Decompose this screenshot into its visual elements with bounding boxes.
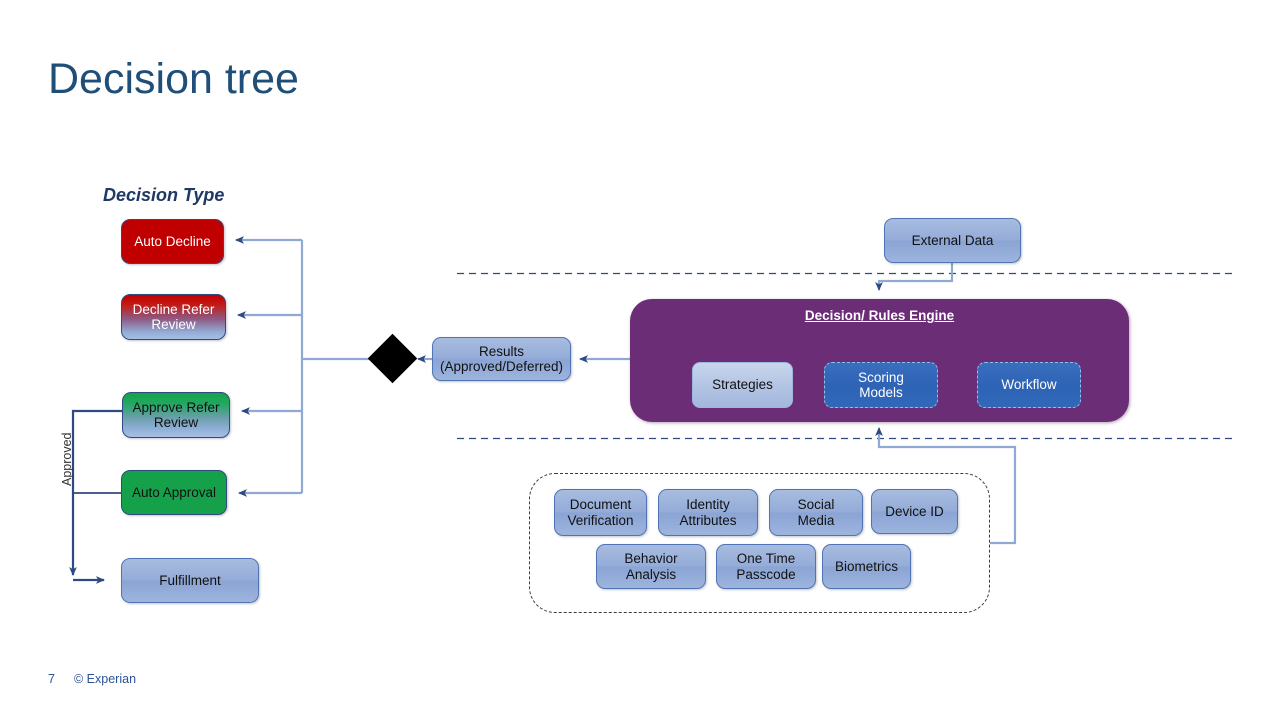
node-label: One Time Passcode — [736, 551, 796, 582]
node-label: Auto Approval — [131, 484, 217, 500]
approved-flow-label: Approved — [60, 432, 74, 486]
engine-component-scoring-models[interactable]: Scoring Models — [824, 362, 938, 408]
node-label: Approve Refer Review — [132, 399, 220, 431]
decision-type-label: Decision Type — [103, 185, 225, 205]
node-label: Decline Refer Review — [132, 301, 215, 333]
node-label: Results (Approved/Deferred) — [439, 343, 564, 375]
slide-canvas: Decision tree Decision Type Decision/ Ru… — [0, 0, 1280, 720]
node-external-data[interactable]: External Data — [884, 218, 1021, 263]
node-label: Auto Decline — [134, 233, 211, 249]
node-label: Device ID — [885, 503, 944, 519]
page-number: 7 — [48, 672, 55, 686]
engine-component-workflow[interactable]: Workflow — [977, 362, 1081, 408]
node-label: Workflow — [1001, 377, 1057, 393]
decision-outcome-approve-refer-review[interactable]: Approve Refer Review — [122, 392, 230, 438]
node-results-approved-deferred[interactable]: Results (Approved/Deferred) — [432, 337, 571, 381]
data-source-identity-attributes[interactable]: Identity Attributes — [658, 489, 758, 536]
wire-approve-refer-to-rail — [69, 409, 122, 576]
data-source-social-media[interactable]: Social Media — [769, 489, 863, 536]
decision-outcome-decline-refer-review[interactable]: Decline Refer Review — [121, 294, 226, 340]
copyright-notice: © Experian — [74, 672, 137, 686]
node-label: Strategies — [712, 377, 773, 393]
engine-title: Decision/ Rules Engine — [804, 308, 955, 323]
engine-component-strategies[interactable]: Strategies — [692, 362, 793, 408]
decision-outcome-auto-decline[interactable]: Auto Decline — [121, 219, 224, 264]
node-label: Biometrics — [834, 558, 898, 574]
decision-diamond — [367, 333, 418, 384]
data-source-document-verification[interactable]: Document Verification — [554, 489, 647, 536]
node-label: Scoring Models — [858, 369, 904, 401]
node-label: External Data — [911, 232, 994, 248]
node-label: Behavior Analysis — [624, 551, 678, 582]
data-source-one-time-passcode[interactable]: One Time Passcode — [716, 544, 816, 589]
node-label: Document Verification — [567, 497, 634, 528]
node-label: Social Media — [797, 497, 835, 528]
decision-outcome-fulfillment[interactable]: Fulfillment — [121, 558, 259, 603]
data-source-device-id[interactable]: Device ID — [871, 489, 958, 534]
decision-outcome-auto-approval[interactable]: Auto Approval — [121, 470, 227, 515]
page-title: Decision tree — [48, 55, 299, 103]
data-source-biometrics[interactable]: Biometrics — [822, 544, 911, 589]
data-source-behavior-analysis[interactable]: Behavior Analysis — [596, 544, 706, 589]
wire-external-to-engine — [875, 263, 954, 291]
node-label: Identity Attributes — [679, 497, 737, 528]
node-label: Fulfillment — [159, 572, 221, 588]
